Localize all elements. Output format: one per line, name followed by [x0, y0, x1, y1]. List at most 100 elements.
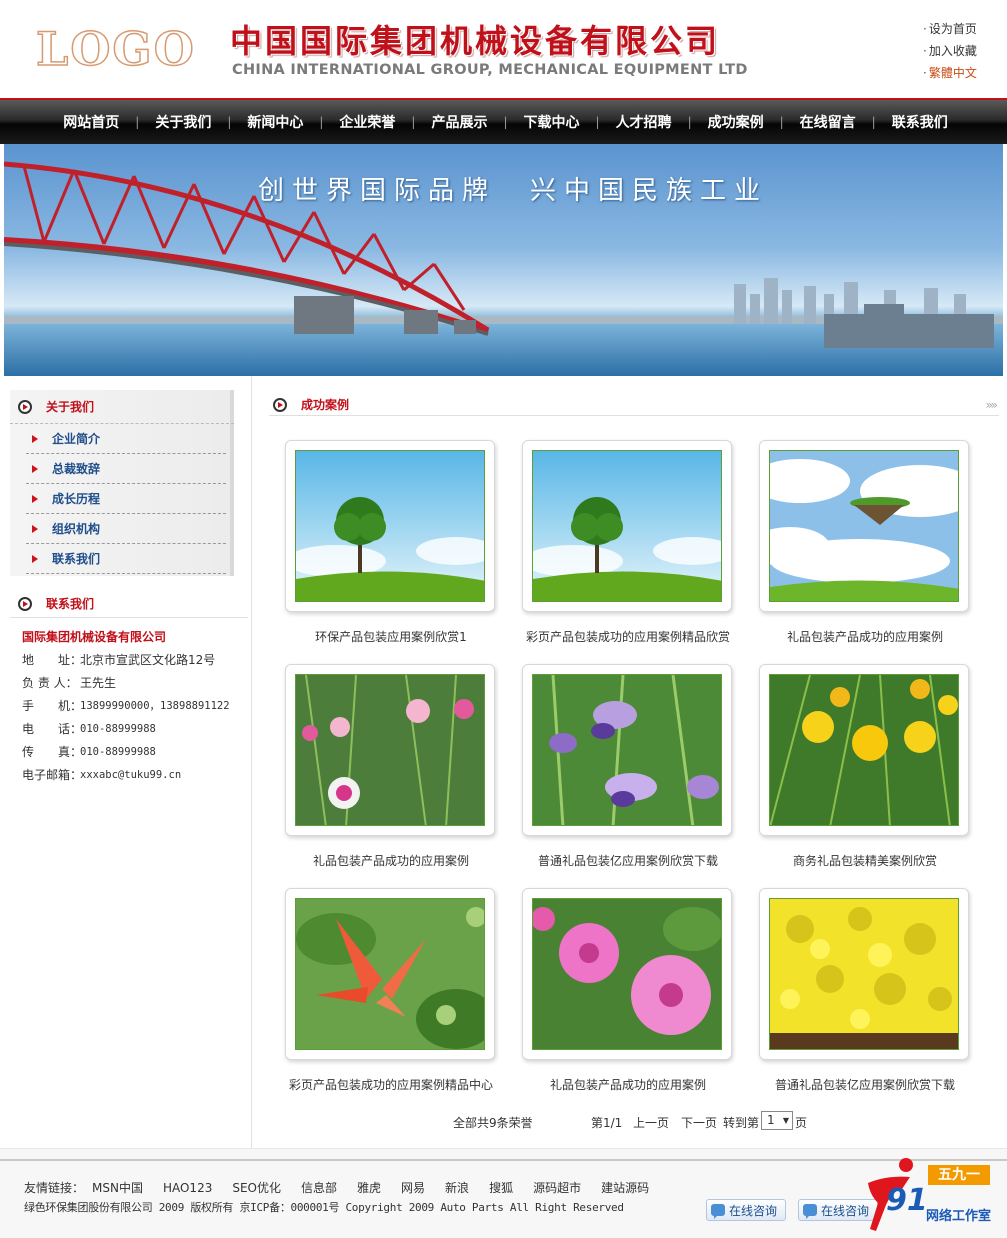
- about-menu-title: 关于我们: [46, 400, 95, 414]
- studio-tag: 五九一: [928, 1165, 990, 1185]
- contact-label: 手 机：: [22, 699, 83, 713]
- sidebar-item-label: 成长历程: [52, 492, 101, 506]
- friend-link-yahoo[interactable]: 雅虎: [357, 1181, 381, 1195]
- friend-link-info[interactable]: 信息部: [301, 1181, 337, 1195]
- case-caption[interactable]: 彩页产品包装成功的应用案例精品中心: [275, 1076, 507, 1093]
- sidebar-item-history[interactable]: 成长历程: [26, 484, 226, 514]
- case-card[interactable]: 礼品包装产品成功的应用案例: [285, 664, 497, 886]
- contact-value: 13899990000，13898891122: [80, 700, 230, 712]
- friend-link-netease[interactable]: 网易: [401, 1181, 425, 1195]
- footer-divider: [0, 1159, 1007, 1161]
- friend-link-sina[interactable]: 新浪: [445, 1181, 469, 1195]
- online-consult-button[interactable]: 在线咨询: [706, 1199, 786, 1221]
- contact-label: 传 真：: [22, 745, 83, 759]
- pink-dianthus-image[interactable]: [532, 898, 722, 1050]
- sidebar-item-label: 组织机构: [52, 522, 101, 536]
- contact-person: 负 责 人： 王先生: [22, 675, 252, 698]
- set-homepage-link[interactable]: 设为首页: [923, 18, 987, 40]
- friend-link-msn[interactable]: MSN中国: [92, 1181, 143, 1195]
- yellow-shrub-image[interactable]: [769, 898, 959, 1050]
- contact-mobile: 手 机： 13899990000，13898891122: [22, 698, 252, 721]
- contact-value[interactable]: xxxabc@tuku99.cn: [80, 767, 181, 790]
- add-favorite-link[interactable]: 加入收藏: [923, 40, 987, 62]
- nav-item-cases[interactable]: 成功案例: [692, 112, 780, 132]
- case-caption[interactable]: 彩页产品包装成功的应用案例精品欣赏: [512, 628, 744, 645]
- case-card[interactable]: 普通礼品包装亿应用案例欣赏下载: [522, 664, 734, 886]
- nav-item-honors[interactable]: 企业荣誉: [323, 112, 411, 132]
- contact-value: 王先生: [80, 676, 117, 690]
- case-thumbnail-frame: [522, 440, 732, 612]
- case-card[interactable]: 彩页产品包装成功的应用案例精品中心: [285, 888, 497, 1110]
- case-caption[interactable]: 普通礼品包装亿应用案例欣赏下载: [749, 1076, 981, 1093]
- case-caption[interactable]: 环保产品包装应用案例欣赏1: [275, 628, 507, 645]
- case-card[interactable]: 商务礼品包装精美案例欣赏: [759, 664, 971, 886]
- pink-carnations-image[interactable]: [295, 674, 485, 826]
- double-chevron-right-icon[interactable]: » »: [986, 398, 998, 412]
- contact-label: 负 责 人：: [22, 676, 78, 690]
- friend-link-sohu[interactable]: 搜狐: [489, 1181, 513, 1195]
- sidebar-item-contact[interactable]: 联系我们: [26, 544, 226, 574]
- page-select[interactable]: 1: [761, 1111, 793, 1130]
- contact-value: 010-88999988: [80, 746, 156, 758]
- play-circle-icon: [273, 397, 287, 412]
- traditional-chinese-link[interactable]: 繁體中文: [923, 62, 987, 84]
- contact-company: 国际集团机械设备有限公司: [22, 630, 167, 644]
- nav-item-jobs[interactable]: 人才招聘: [600, 112, 688, 132]
- contact-value: 北京市宣武区文化路12号: [80, 653, 216, 667]
- case-caption[interactable]: 商务礼品包装精美案例欣赏: [749, 852, 981, 869]
- tree-meadow-image[interactable]: [295, 450, 485, 602]
- friend-link-site-source[interactable]: 建站源码: [601, 1181, 649, 1195]
- case-caption[interactable]: 礼品包装产品成功的应用案例: [749, 628, 981, 645]
- next-page-link[interactable]: 下一页: [681, 1114, 717, 1131]
- case-card[interactable]: 礼品包装产品成功的应用案例: [759, 440, 971, 662]
- section-header: 成功案例 » »: [269, 394, 999, 416]
- floating-island-image[interactable]: [769, 450, 959, 602]
- main-nav: 网站首页 | 关于我们 | 新闻中心 | 企业荣誉 | 产品展示 | 下载中心 | 人才招聘…: [0, 100, 1007, 144]
- sidebar-item-ceo-message[interactable]: 总裁致辞: [26, 454, 226, 484]
- red-canna-image[interactable]: [295, 898, 485, 1050]
- sidebar-item-label: 总裁致辞: [52, 462, 101, 476]
- logo[interactable]: LOGO: [35, 22, 204, 76]
- company-name-en: CHINA INTERNATIONAL GROUP, MECHANICAL EQ…: [232, 62, 748, 78]
- purple-iris-image[interactable]: [532, 674, 722, 826]
- sidebar-item-profile[interactable]: 企业简介: [26, 424, 226, 454]
- site-header: LOGO 中国国际集团机械设备有限公司 CHINA INTERNATIONAL …: [0, 0, 1007, 100]
- case-card[interactable]: 普通礼品包装亿应用案例欣赏下载: [759, 888, 971, 1110]
- nav-item-contact[interactable]: 联系我们: [876, 112, 964, 132]
- friend-links: 友情链接： MSN中国 HAO123 SEO优化 信息部 雅虎 网易 新浪 搜狐 源码超市 建站源码: [24, 1179, 669, 1196]
- play-circle-icon: [18, 399, 32, 414]
- case-thumbnail-frame: [759, 888, 969, 1060]
- nav-item-news[interactable]: 新闻中心: [231, 112, 319, 132]
- top-links: 设为首页 加入收藏 繁體中文: [923, 18, 987, 84]
- tree-meadow-image[interactable]: [532, 450, 722, 602]
- nav-item-products[interactable]: 产品展示: [415, 112, 503, 132]
- case-thumbnail-frame: [522, 664, 732, 836]
- case-caption[interactable]: 普通礼品包装亿应用案例欣赏下载: [512, 852, 744, 869]
- friend-link-seo[interactable]: SEO优化: [232, 1181, 281, 1195]
- chat-icon: [711, 1204, 725, 1219]
- case-card[interactable]: 彩页产品包装成功的应用案例精品欣赏: [522, 440, 734, 662]
- case-card[interactable]: 环保产品包装应用案例欣赏1: [285, 440, 497, 662]
- pagination: 全部共9条荣誉 第1/1 上一页 下一页 转到第 1 页: [253, 1110, 1007, 1134]
- studio-logo[interactable]: 91 五九一 网络工作室: [862, 1155, 1002, 1235]
- nav-item-home[interactable]: 网站首页: [47, 112, 135, 132]
- nav-item-downloads[interactable]: 下载中心: [508, 112, 596, 132]
- friend-link-source-market[interactable]: 源码超市: [533, 1181, 581, 1195]
- contact-fax: 传 真： 010-88999988: [22, 744, 252, 767]
- nav-item-messages[interactable]: 在线留言: [784, 112, 872, 132]
- sidebar-item-organization[interactable]: 组织机构: [26, 514, 226, 544]
- yellow-lilies-image[interactable]: [769, 674, 959, 826]
- prev-page-link[interactable]: 上一页: [633, 1114, 669, 1131]
- case-caption[interactable]: 礼品包装产品成功的应用案例: [275, 852, 507, 869]
- main-content: 成功案例 » » 环保产品包装应用案例欣赏1 彩页产品包装成功的应用案例精品欣赏: [253, 376, 1007, 1148]
- logo-text: LOGO: [35, 22, 196, 76]
- sidebar-item-label: 企业简介: [52, 432, 101, 446]
- nav-item-about[interactable]: 关于我们: [139, 112, 227, 132]
- about-menu-header: 关于我们: [10, 390, 234, 424]
- friend-link-hao123[interactable]: HAO123: [163, 1181, 212, 1195]
- about-menu: 关于我们 企业简介 总裁致辞 成长历程 组织机构 联系我们: [10, 390, 234, 576]
- case-card[interactable]: 礼品包装产品成功的应用案例: [522, 888, 734, 1110]
- case-thumbnail-frame: [285, 888, 495, 1060]
- case-caption[interactable]: 礼品包装产品成功的应用案例: [512, 1076, 744, 1093]
- site-footer: 友情链接： MSN中国 HAO123 SEO优化 信息部 雅虎 网易 新浪 搜狐 源码超市 建站源码…: [0, 1148, 1007, 1238]
